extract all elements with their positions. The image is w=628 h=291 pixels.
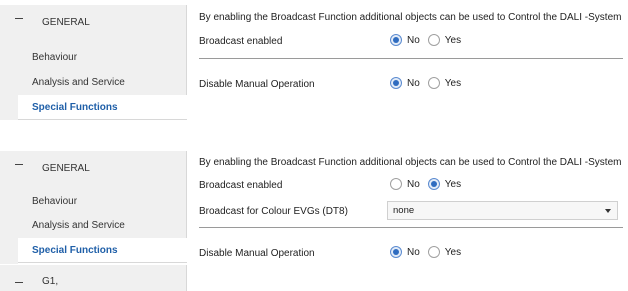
radio-icon[interactable]: [427, 178, 440, 190]
sidebar-item-behaviour[interactable]: Behaviour: [18, 186, 187, 213]
radio-label: No: [407, 34, 420, 46]
manual-no-radio[interactable]: No: [390, 246, 420, 258]
disable-manual-radio-group: No Yes: [390, 246, 469, 258]
sidebar-gutter: [0, 40, 18, 120]
info-text: By enabling the Broadcast Function addit…: [199, 157, 622, 168]
broadcast-enabled-radio-group: No Yes: [390, 178, 469, 190]
radio-label: No: [407, 178, 420, 190]
sidebar-group-g1[interactable]: G1,: [0, 265, 187, 291]
radio-icon[interactable]: [390, 34, 402, 46]
radio-label: Yes: [444, 77, 462, 89]
disable-manual-label: Disable Manual Operation: [199, 79, 315, 90]
radio-label: No: [407, 246, 420, 258]
sidebar-group-label: G1,: [42, 276, 59, 287]
radio-icon[interactable]: [390, 246, 402, 258]
radio-icon[interactable]: [390, 178, 402, 190]
sidebar-gutter: [0, 186, 18, 264]
sidebar-item-analysis[interactable]: Analysis and Service: [18, 70, 187, 95]
broadcast-enabled-label: Broadcast enabled: [199, 36, 283, 47]
radio-icon[interactable]: [427, 246, 440, 258]
manual-yes-radio[interactable]: Yes: [427, 77, 462, 89]
sidebar-item-label: Analysis and Service: [32, 220, 125, 231]
radio-icon[interactable]: [390, 77, 402, 89]
sidebar-item-behaviour[interactable]: Behaviour: [18, 40, 187, 70]
radio-label: Yes: [444, 246, 462, 258]
manual-no-radio[interactable]: No: [390, 77, 420, 89]
disable-manual-label: Disable Manual Operation: [199, 248, 315, 259]
manual-yes-radio[interactable]: Yes: [427, 246, 462, 258]
sidebar-item-analysis[interactable]: Analysis and Service: [18, 213, 187, 238]
info-text: By enabling the Broadcast Function addit…: [199, 12, 622, 23]
broadcast-no-radio[interactable]: No: [390, 34, 420, 46]
radio-label: Yes: [444, 34, 462, 46]
sidebar-group-general[interactable]: GENERAL: [0, 5, 187, 40]
chevron-down-icon[interactable]: [605, 209, 611, 213]
panel-broadcast-enabled: GENERAL Behaviour Analysis and Service S…: [0, 145, 628, 291]
radio-label: No: [407, 77, 420, 89]
minus-icon[interactable]: [15, 282, 23, 283]
broadcast-yes-radio[interactable]: Yes: [427, 34, 462, 46]
separator: [199, 227, 623, 228]
sidebar-item-special-functions[interactable]: Special Functions: [18, 95, 187, 120]
select-value: none: [393, 205, 415, 216]
sidebar-item-label: Special Functions: [32, 102, 118, 113]
colour-evg-label: Broadcast for Colour EVGs (DT8): [199, 206, 348, 217]
minus-icon[interactable]: [15, 164, 23, 165]
colour-evg-select[interactable]: none: [387, 201, 618, 220]
broadcast-enabled-radio-group: No Yes: [390, 34, 469, 46]
panel-broadcast-disabled: GENERAL Behaviour Analysis and Service S…: [0, 0, 628, 128]
separator: [199, 58, 623, 59]
radio-label: Yes: [444, 178, 462, 190]
radio-icon[interactable]: [427, 34, 440, 46]
disable-manual-radio-group: No Yes: [390, 77, 469, 89]
sidebar-group-general[interactable]: GENERAL: [0, 151, 187, 186]
sidebar-group-label: GENERAL: [42, 163, 90, 174]
sidebar-item-label: Special Functions: [32, 245, 118, 256]
broadcast-enabled-label: Broadcast enabled: [199, 180, 283, 191]
broadcast-yes-radio[interactable]: Yes: [427, 178, 462, 190]
radio-icon[interactable]: [427, 77, 440, 89]
broadcast-no-radio[interactable]: No: [390, 178, 420, 190]
sidebar-item-label: Analysis and Service: [32, 77, 125, 88]
sidebar-group-label: GENERAL: [42, 17, 90, 28]
minus-icon[interactable]: [15, 18, 23, 19]
sidebar-item-special-functions[interactable]: Special Functions: [18, 238, 187, 263]
